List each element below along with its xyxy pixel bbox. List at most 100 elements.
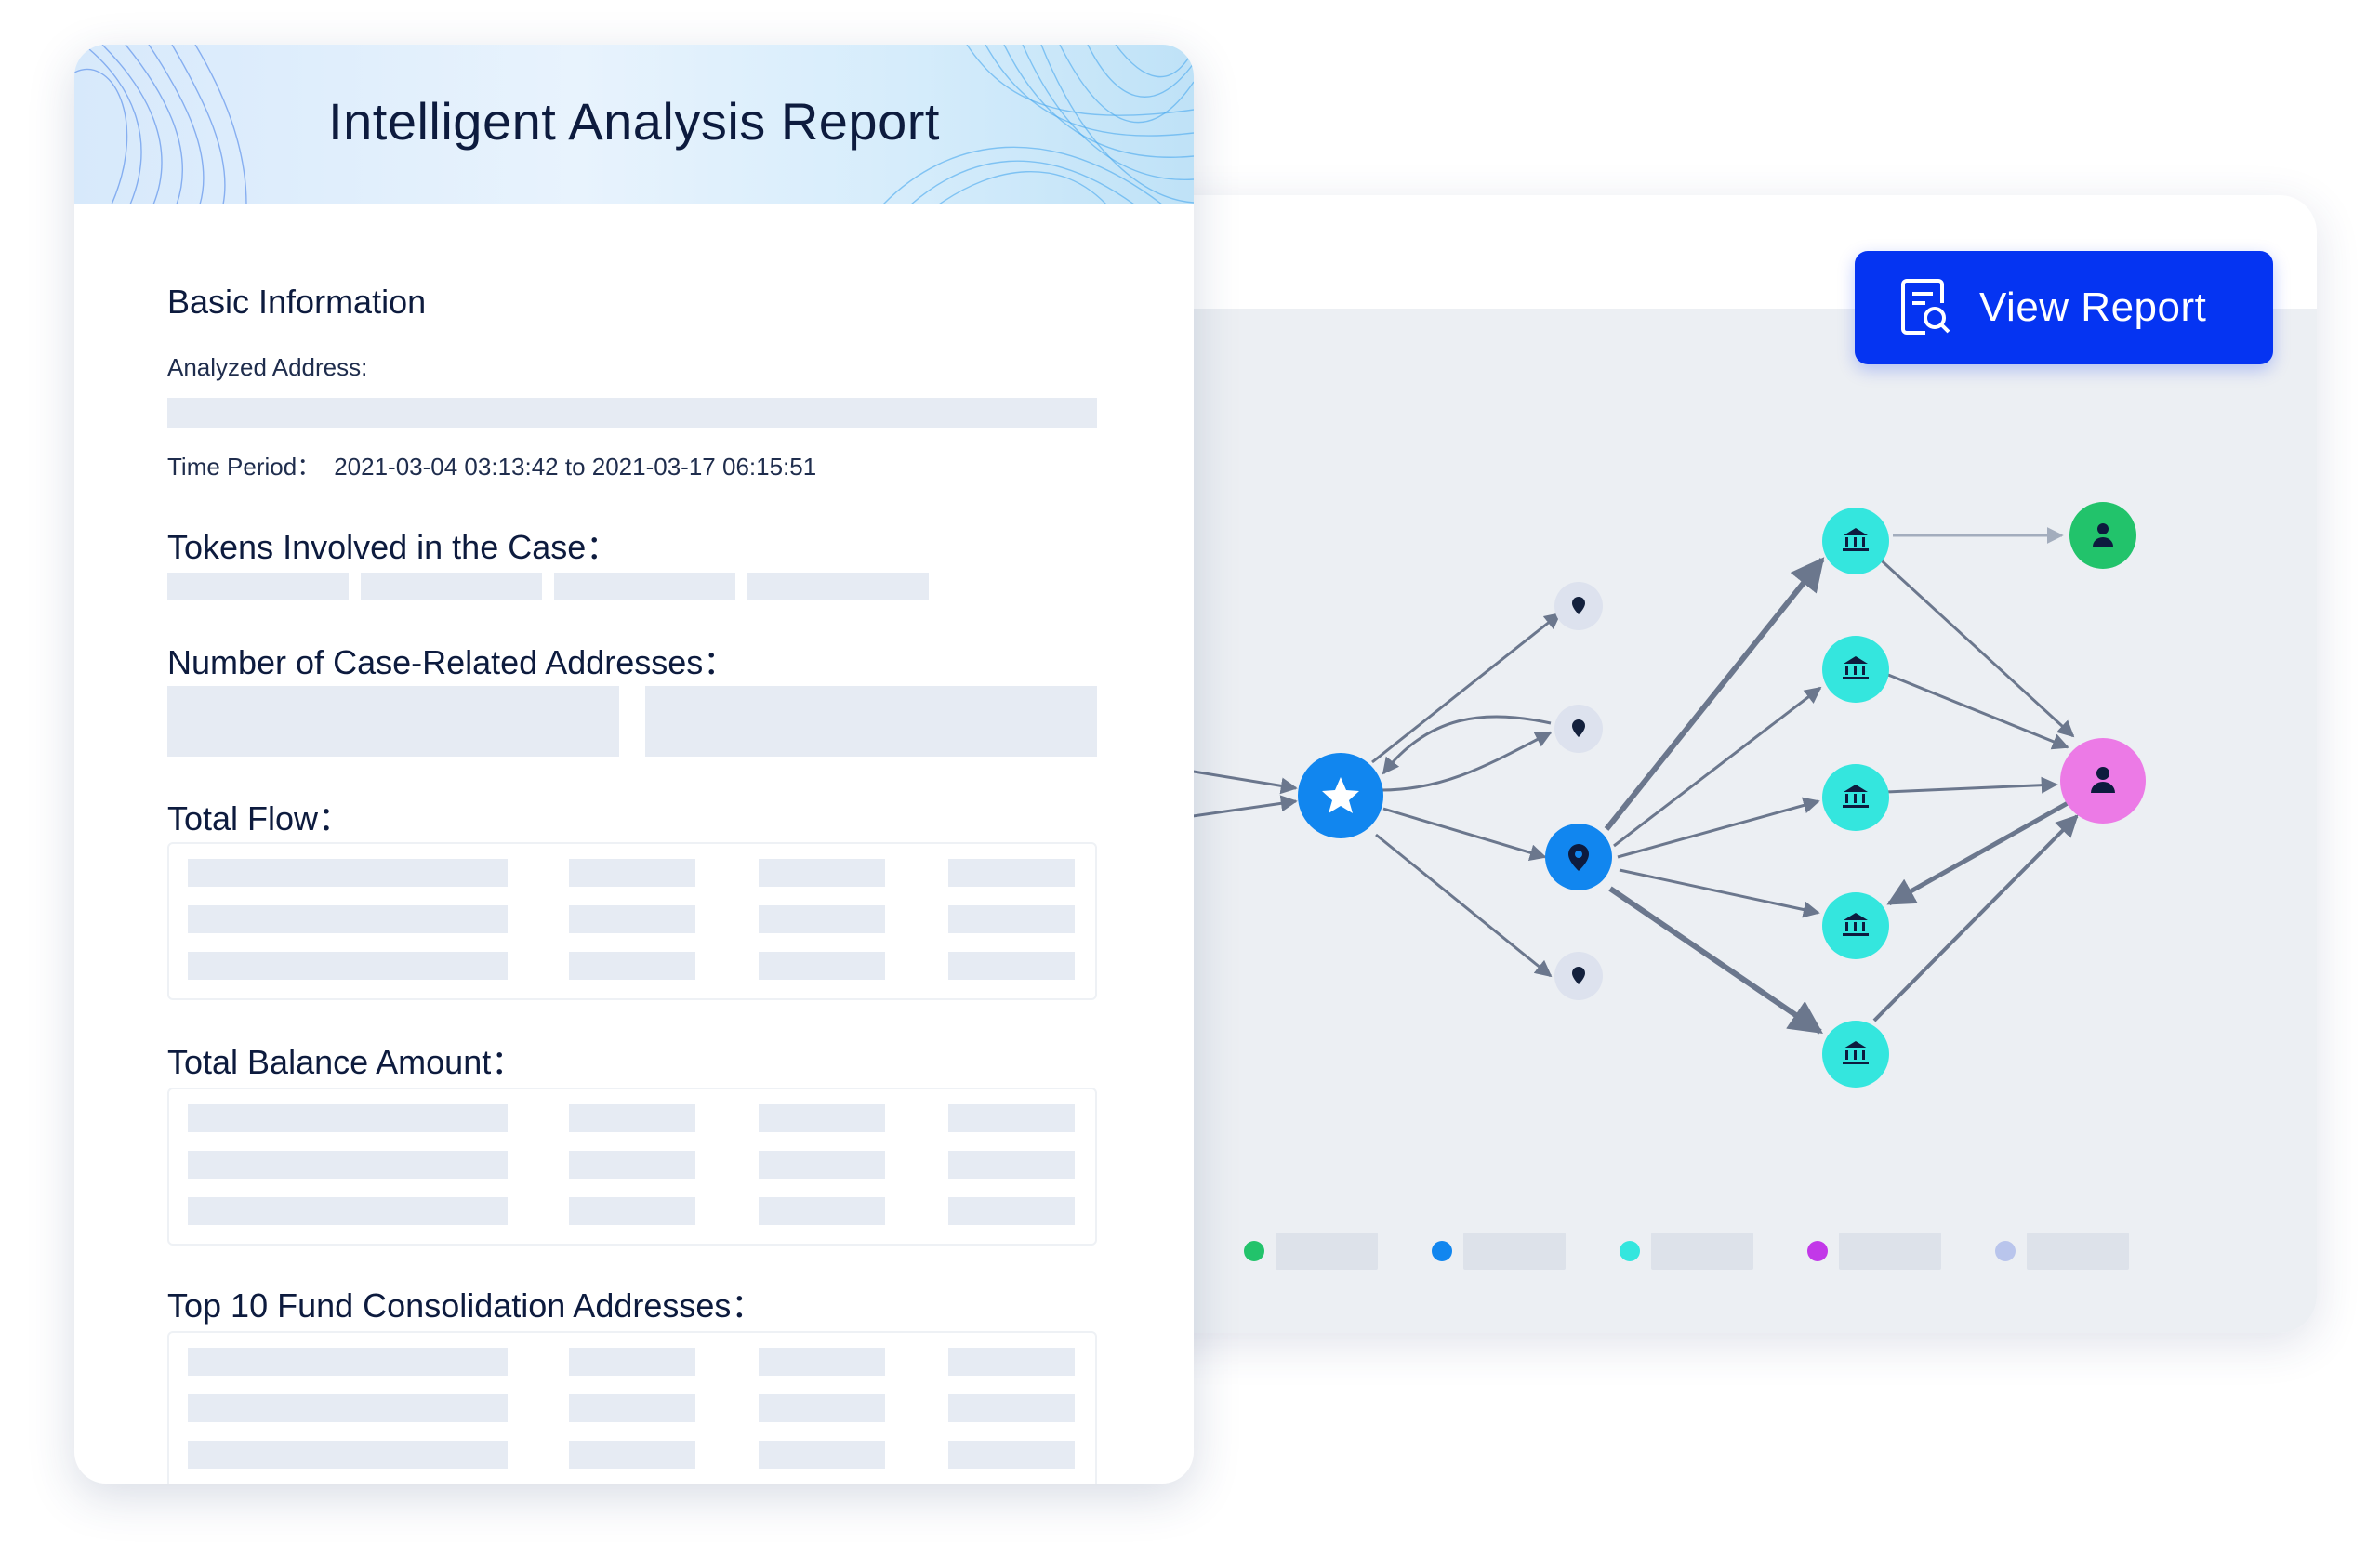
table-cell-placeholder <box>948 1197 1075 1225</box>
table-cell-placeholder <box>188 1104 508 1132</box>
legend-label-placeholder <box>1839 1233 1941 1270</box>
table-cell-placeholder <box>188 952 508 980</box>
table-cell-placeholder <box>948 905 1075 933</box>
legend-dot <box>1620 1241 1640 1261</box>
exchange-node[interactable] <box>1822 1021 1889 1088</box>
address-node-small[interactable] <box>1554 705 1603 753</box>
legend-item[interactable] <box>1807 1233 1941 1270</box>
address-count-placeholder <box>167 686 619 757</box>
table-cell-placeholder <box>759 1348 885 1376</box>
legend-item[interactable] <box>1995 1233 2129 1270</box>
table-cell-placeholder <box>948 952 1075 980</box>
table-cell-placeholder <box>569 1151 695 1179</box>
table-cell-placeholder <box>948 1151 1075 1179</box>
token-placeholder <box>554 573 735 600</box>
edge <box>1619 868 1820 918</box>
table-cell-placeholder <box>188 1151 508 1179</box>
tokens-title: Tokens Involved in the Case： <box>167 528 620 566</box>
exchange-node[interactable] <box>1822 892 1889 959</box>
table-cell-placeholder <box>759 859 885 887</box>
table-cell-placeholder <box>569 1104 695 1132</box>
legend-dot <box>1995 1241 2016 1261</box>
center-node[interactable] <box>1298 753 1383 838</box>
table-cell-placeholder <box>948 859 1075 887</box>
total-balance-table <box>167 1088 1097 1246</box>
edge <box>1375 833 1553 978</box>
entity-node-pink[interactable] <box>2060 738 2146 824</box>
report-search-icon <box>1901 279 1950 335</box>
table-cell-placeholder <box>948 1394 1075 1422</box>
legend-item[interactable] <box>1244 1233 1378 1270</box>
edge <box>1381 731 1553 792</box>
legend-label-placeholder <box>2027 1233 2129 1270</box>
table-cell-placeholder <box>569 1348 695 1376</box>
table-cell-placeholder <box>188 859 508 887</box>
edge <box>1872 814 2079 1022</box>
table-cell-placeholder <box>569 1441 695 1469</box>
table-cell-placeholder <box>569 1197 695 1225</box>
top10-title: Top 10 Fund Consolidation Addresses： <box>167 1286 765 1325</box>
time-period-value: 2021-03-04 03:13:42 to 2021-03-17 06:15:… <box>334 453 817 481</box>
address-count-placeholder <box>645 686 1097 757</box>
exchange-node[interactable] <box>1822 636 1889 703</box>
table-cell-placeholder <box>759 1104 885 1132</box>
report-header: Intelligent Analysis Report <box>74 45 1194 204</box>
table-cell-placeholder <box>948 1348 1075 1376</box>
table-cell-placeholder <box>759 905 885 933</box>
table-cell-placeholder <box>759 1441 885 1469</box>
transaction-graph <box>1112 502 2146 1088</box>
analyzed-address-placeholder <box>167 398 1097 428</box>
legend-label-placeholder <box>1276 1233 1378 1270</box>
analysis-report-card: Intelligent Analysis Report Basic Inform… <box>74 45 1194 1484</box>
time-period-row: Time Period： 2021-03-04 03:13:42 to 2021-… <box>167 448 816 482</box>
total-flow-title: Total Flow： <box>167 799 352 837</box>
edge <box>1617 797 1820 859</box>
table-cell-placeholder <box>188 1441 508 1469</box>
legend-dot <box>1432 1241 1452 1261</box>
legend-dot <box>1807 1241 1828 1261</box>
edge <box>1382 807 1547 861</box>
legend-item[interactable] <box>1620 1233 1753 1270</box>
token-placeholder <box>167 573 349 600</box>
entity-node-green[interactable] <box>2069 502 2136 569</box>
token-placeholder <box>747 573 929 600</box>
table-cell-placeholder <box>759 952 885 980</box>
table-cell-placeholder <box>569 905 695 933</box>
addresses-count-title: Number of Case-Related Addresses： <box>167 643 737 681</box>
top10-table <box>167 1331 1097 1484</box>
graph-panel <box>1112 195 2317 1333</box>
total-flow-table <box>167 842 1097 1000</box>
table-cell-placeholder <box>948 1104 1075 1132</box>
legend-dot <box>1244 1241 1264 1261</box>
table-cell-placeholder <box>188 1348 508 1376</box>
address-node-small[interactable] <box>1554 952 1603 1000</box>
edge <box>1371 612 1562 764</box>
table-cell-placeholder <box>188 905 508 933</box>
token-placeholder <box>361 573 542 600</box>
edge <box>1613 686 1822 848</box>
edge <box>1604 557 1825 831</box>
report-title: Intelligent Analysis Report <box>328 92 940 151</box>
exchange-node[interactable] <box>1822 508 1889 574</box>
table-cell-placeholder <box>569 859 695 887</box>
table-cell-placeholder <box>188 1394 508 1422</box>
table-cell-placeholder <box>569 952 695 980</box>
total-balance-title: Total Balance Amount： <box>167 1043 525 1081</box>
address-node[interactable] <box>1545 824 1612 890</box>
exchange-node[interactable] <box>1822 764 1889 831</box>
edge <box>1884 776 2058 794</box>
table-cell-placeholder <box>569 1394 695 1422</box>
basic-info-title: Basic Information <box>167 283 427 321</box>
table-cell-placeholder <box>759 1394 885 1422</box>
legend-label-placeholder <box>1463 1233 1566 1270</box>
edge <box>1608 886 1823 1035</box>
edge <box>1883 671 2069 750</box>
legend-label-placeholder <box>1651 1233 1753 1270</box>
analyzed-address-label: Analyzed Address: <box>167 353 368 381</box>
address-node-small[interactable] <box>1554 582 1603 630</box>
view-report-label: View Report <box>1979 284 2207 330</box>
table-cell-placeholder <box>759 1197 885 1225</box>
table-cell-placeholder <box>948 1441 1075 1469</box>
view-report-button[interactable]: View Report <box>1855 251 2273 364</box>
legend-item[interactable] <box>1432 1233 1566 1270</box>
